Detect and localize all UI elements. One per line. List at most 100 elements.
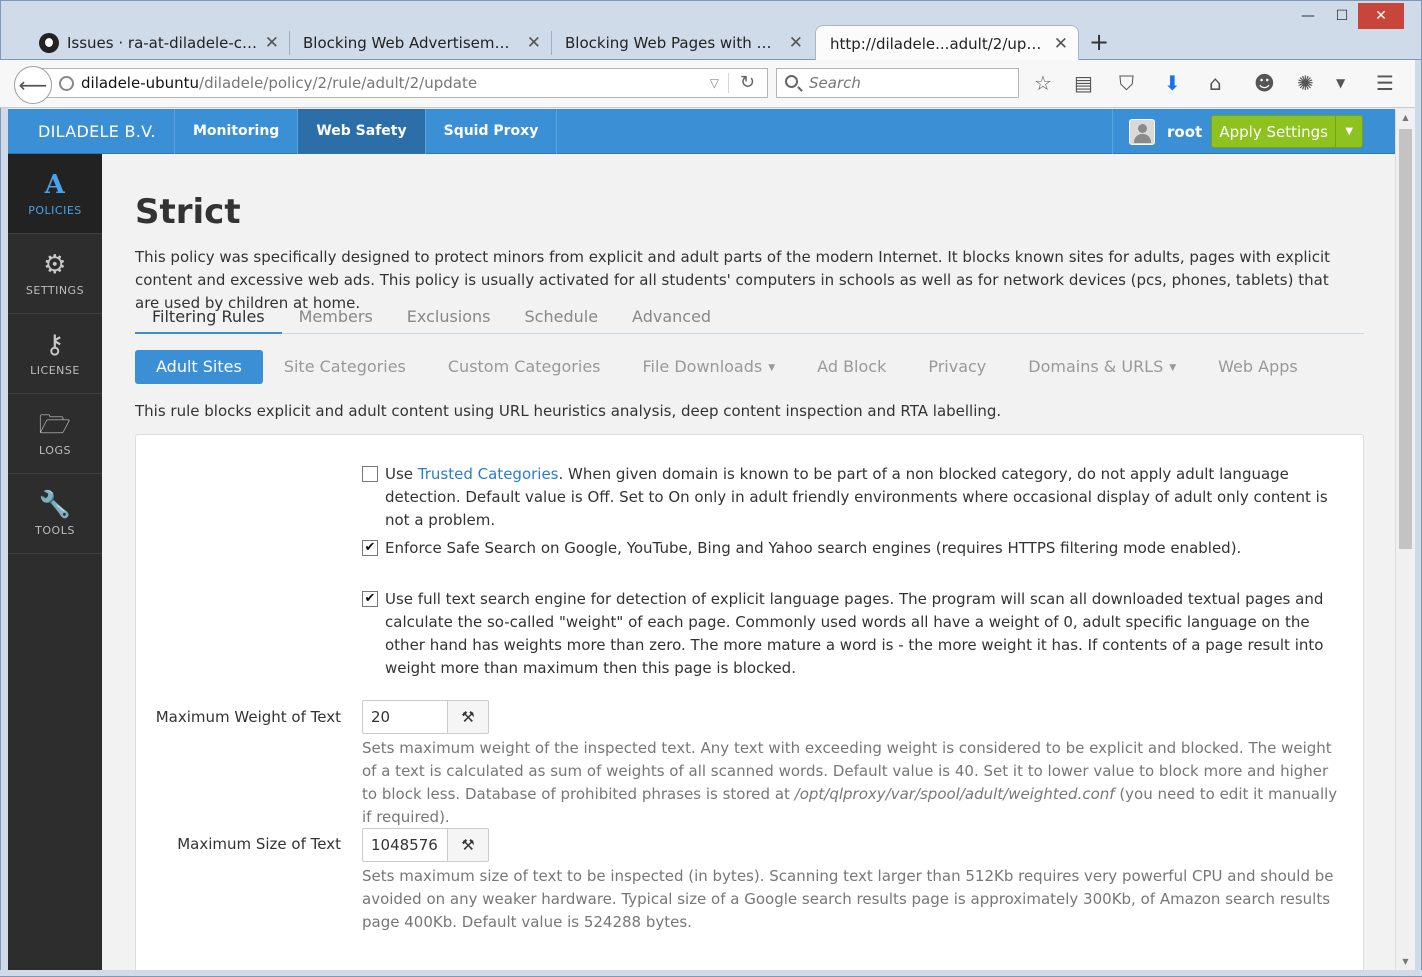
sidebar-item-license[interactable]: ⚷ LICENSE [8,314,102,394]
policy-tabs: Filtering Rules Members Exclusions Sched… [135,304,1364,334]
chevron-down-icon: ▼ [1169,362,1177,373]
subtab-domains-urls[interactable]: Domains & URLS ▼ [1007,350,1197,384]
brand-logo[interactable]: DILADELE B.V. [38,109,156,154]
back-button[interactable]: ⟵ [14,66,52,104]
subtab-ad-block[interactable]: Ad Block [796,350,907,384]
chevron-down-icon: ▼ [768,362,776,373]
apply-settings-label: Apply Settings [1219,122,1328,141]
browser-tab-adult-pages[interactable]: Blocking Web Pages with Adu... ✕ [551,25,813,61]
browser-navbar: ⟵ diladele-ubuntu/diladele/policy/2/rule… [0,60,1422,108]
sidebar-item-policies[interactable]: A POLICIES [8,154,102,234]
trusted-prefix: Use [385,465,418,483]
tab-close-icon[interactable]: ✕ [265,33,279,53]
policies-icon: A [44,170,66,200]
url-divider [728,73,729,93]
nav-web-safety[interactable]: Web Safety [297,109,425,154]
tab-members[interactable]: Members [282,304,390,334]
address-bar[interactable]: diladele-ubuntu/diladele/policy/2/rule/a… [30,68,768,98]
reading-list-icon[interactable]: ▤ [1074,72,1093,94]
user-name: root [1167,122,1203,141]
sidebar-item-label: TOOLS [35,524,75,537]
new-tab-button[interactable]: + [1089,28,1109,56]
max-size-input[interactable]: 1048576 [362,828,447,862]
safe-search-checkbox[interactable]: ✔ [362,540,378,556]
avatar [1129,118,1155,145]
browser-tab-update[interactable]: http://diladele...adult/2/update ✕ [815,25,1079,61]
app-header: DILADELE B.V. Monitoring Web Safety Squi… [8,109,1395,154]
window-frame-bottom [0,970,1422,977]
subtab-file-downloads[interactable]: File Downloads ▼ [622,350,797,384]
smiley-icon[interactable]: ☻ [1254,72,1275,94]
tab-close-icon[interactable]: ✕ [527,33,541,53]
max-size-label: Maximum Size of Text [177,835,341,853]
sidebar-item-settings[interactable]: ⚙ SETTINGS [8,234,102,314]
apply-settings-button[interactable]: Apply Settings ▼ [1211,115,1363,148]
sidebar: A POLICIES ⚙ SETTINGS ⚷ LICENSE 🗁 LOGS 🔧… [8,154,102,970]
vertical-scrollbar[interactable]: ▲ ▼ [1395,109,1415,970]
download-icon[interactable]: ⬇ [1164,72,1181,94]
chevron-down-icon[interactable]: ▼ [1335,116,1362,147]
globe-icon [59,76,74,91]
wrench-icon: 🔧 [38,490,72,520]
subtab-web-apps[interactable]: Web Apps [1197,350,1319,384]
overflow-icon[interactable]: ▼ [1336,72,1345,94]
tab-title: Blocking Web Advertisements... [303,34,518,52]
subtab-privacy[interactable]: Privacy [907,350,1007,384]
window-frame-right [1415,60,1422,977]
tab-filtering-rules[interactable]: Filtering Rules [135,304,282,334]
max-size-group: 1048576 ⚒ [362,828,489,862]
browser-tab-issues[interactable]: Issues · ra-at-diladele-co... ✕ [25,25,289,61]
key-icon: ⚷ [45,330,65,360]
back-arrow-icon: ⟵ [18,73,48,97]
subtab-custom-categories[interactable]: Custom Categories [427,350,622,384]
search-input[interactable]: Search [776,68,1019,98]
sidebar-item-label: POLICIES [28,204,82,217]
star-icon[interactable]: ☆ [1034,72,1052,94]
extension-icon[interactable]: ✺ [1297,72,1314,94]
subtab-site-categories[interactable]: Site Categories [263,350,427,384]
url-dropdown-icon[interactable]: ▽ [710,69,719,97]
magic-wand-icon[interactable]: ⚒ [447,828,489,862]
nav-monitoring[interactable]: Monitoring [174,109,297,154]
sidebar-item-tools[interactable]: 🔧 TOOLS [8,474,102,554]
full-text-search-checkbox[interactable]: ✔ [362,591,378,607]
full-text-search-option: ✔ Use full text search engine for detect… [362,588,1337,680]
tab-schedule[interactable]: Schedule [508,304,616,334]
reload-icon[interactable]: ↻ [740,69,755,97]
home-icon[interactable]: ⌂ [1209,72,1222,94]
search-placeholder: Search [809,74,861,92]
window-close-button[interactable]: ✕ [1358,3,1404,29]
trusted-categories-checkbox[interactable] [362,466,378,482]
trusted-categories-link[interactable]: Trusted Categories [418,465,559,483]
scroll-down-icon[interactable]: ▼ [1396,953,1415,970]
scrollbar-thumb[interactable] [1399,129,1412,549]
browser-tab-advertisements[interactable]: Blocking Web Advertisements... ✕ [289,25,551,61]
subtab-adult-sites[interactable]: Adult Sites [135,350,263,384]
search-icon [785,75,798,88]
browser-titlebar: — ☐ ✕ Issues · ra-at-diladele-co... ✕ Bl… [0,0,1422,61]
sidebar-item-logs[interactable]: 🗁 LOGS [8,394,102,474]
magic-wand-icon[interactable]: ⚒ [447,700,489,734]
window-minimize-button[interactable]: — [1293,3,1323,29]
max-size-help: Sets maximum size of text to be inspecte… [362,867,1334,931]
tab-exclusions[interactable]: Exclusions [390,304,508,334]
tab-close-icon[interactable]: ✕ [1054,34,1068,54]
full-text-search-text: Use full text search engine for detectio… [385,590,1324,677]
window-maximize-button[interactable]: ☐ [1327,3,1357,29]
scroll-up-icon[interactable]: ▲ [1396,109,1415,126]
top-navigation: Monitoring Web Safety Squid Proxy [174,109,558,154]
tab-advanced[interactable]: Advanced [615,304,728,334]
sidebar-item-label: LOGS [39,444,71,457]
nav-squid-proxy[interactable]: Squid Proxy [424,109,558,154]
tab-title: http://diladele...adult/2/update [830,34,1045,53]
folder-icon: 🗁 [38,410,72,440]
menu-icon[interactable]: ☰ [1376,72,1394,94]
main-content: Strict This policy was specifically desi… [102,154,1395,970]
user-menu[interactable]: root [1112,109,1202,154]
weighted-conf-path: /opt/qlproxy/var/spool/adult/weighted.co… [794,785,1115,803]
tab-close-icon[interactable]: ✕ [789,33,803,53]
max-weight-input[interactable]: 20 [362,700,447,734]
pocket-icon[interactable]: ⛉ [1119,72,1134,94]
subtab-label: Domains & URLS [1028,357,1164,376]
subtab-label: File Downloads [642,357,763,376]
